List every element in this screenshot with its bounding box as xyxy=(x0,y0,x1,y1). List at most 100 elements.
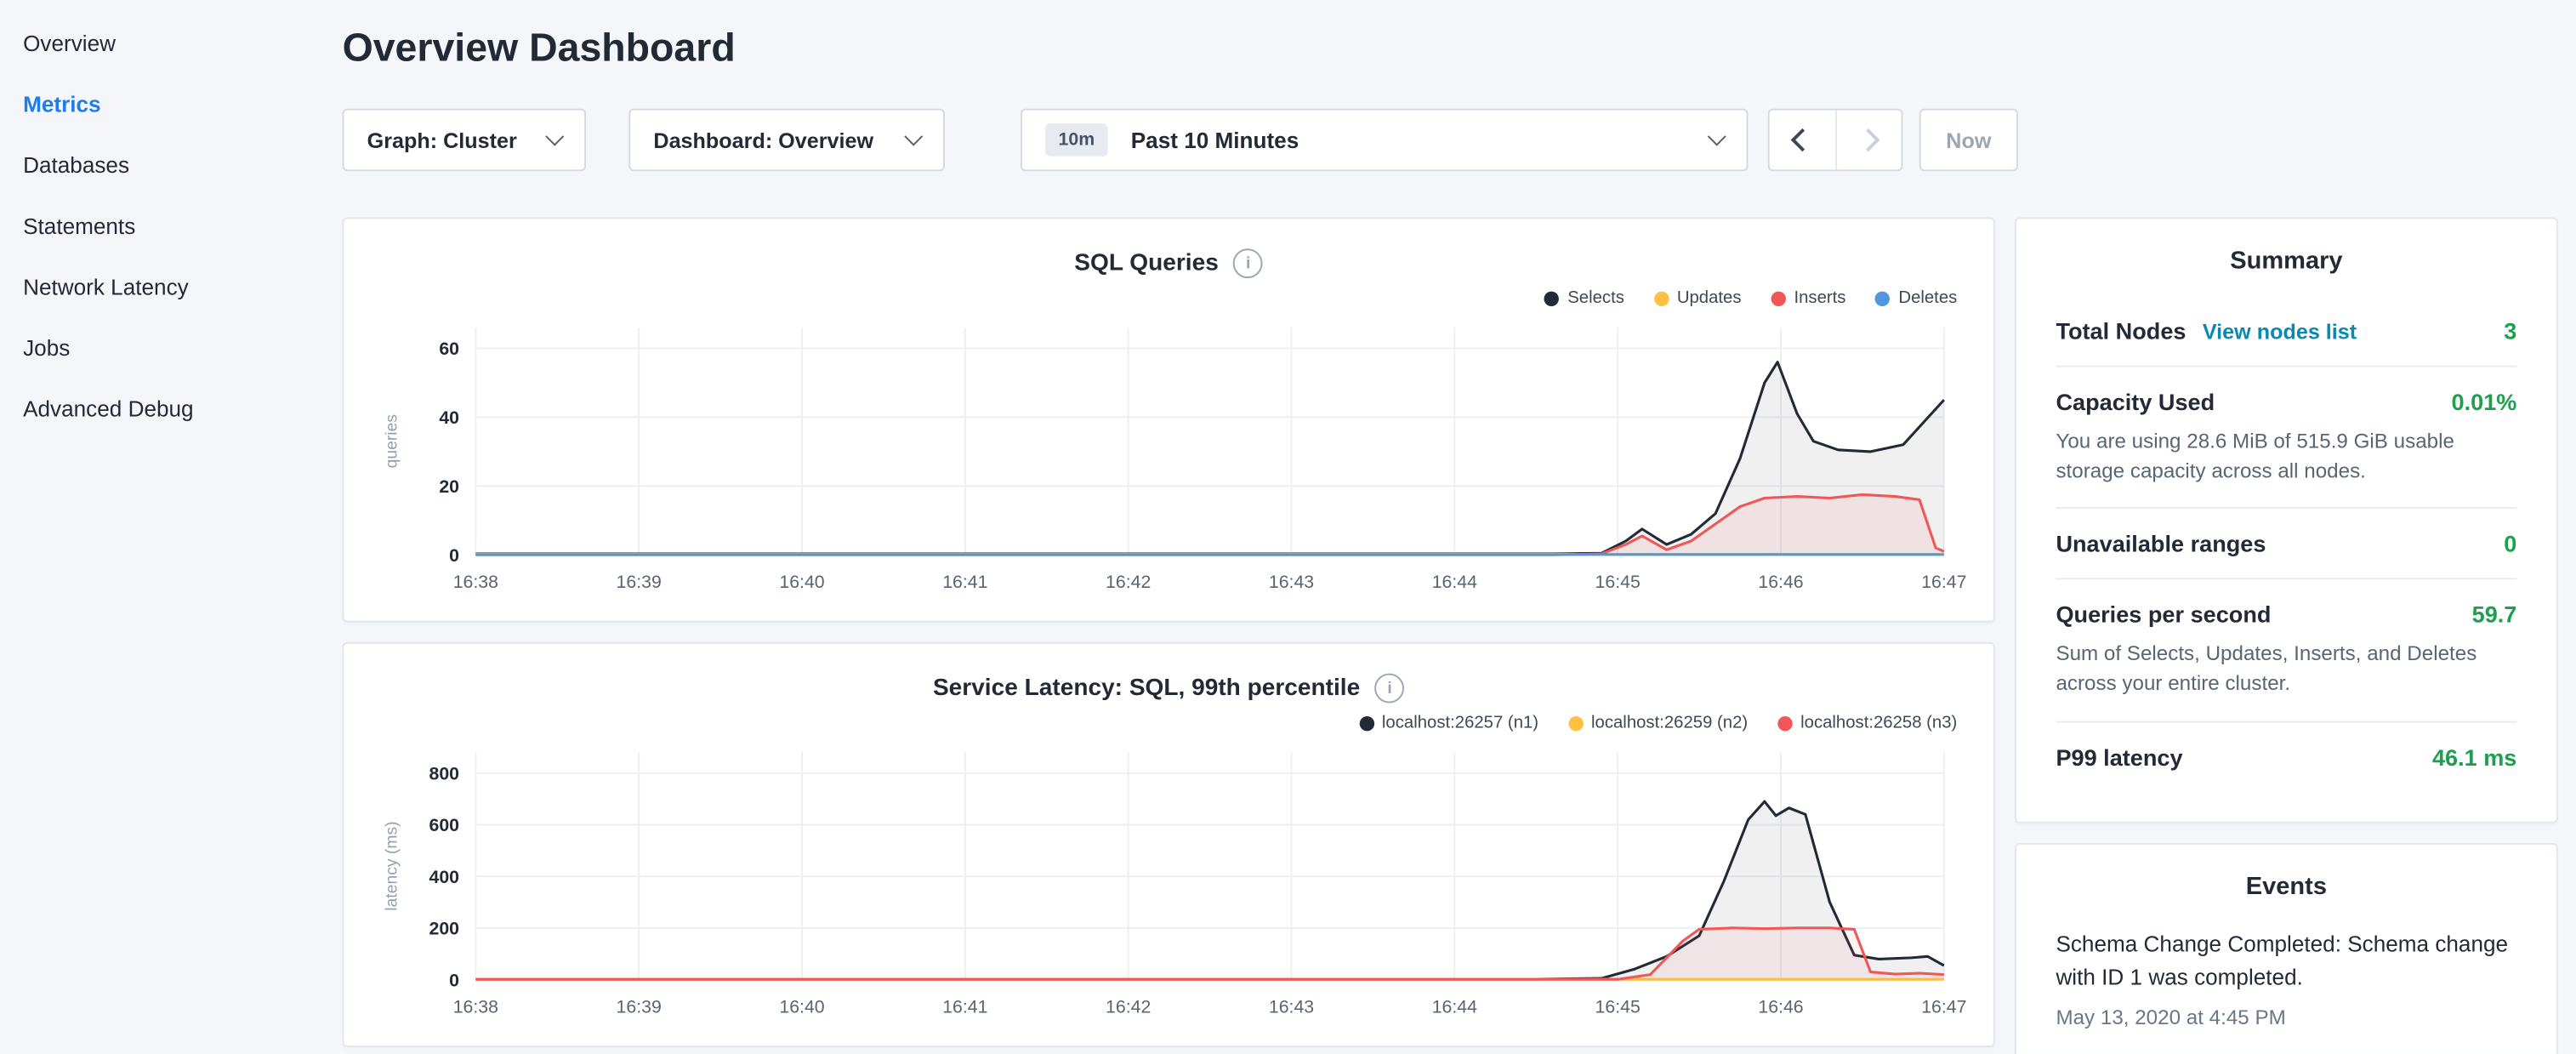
svg-text:16:39: 16:39 xyxy=(617,572,662,592)
legend-item-localhost-26257-n1-[interactable]: localhost:26257 (n1) xyxy=(1359,713,1538,732)
svg-text:16:43: 16:43 xyxy=(1269,996,1314,1017)
dashboard-body: SQL Queries i Selects Updates Inserts Delet… xyxy=(343,217,2576,1053)
sidebar-item-advanced-debug[interactable]: Advanced Debug xyxy=(23,379,319,440)
sidebar: Overview Metrics Databases Statements Ne… xyxy=(0,0,319,1054)
svg-text:16:44: 16:44 xyxy=(1432,572,1477,592)
legend-item-localhost-26259-n2-[interactable]: localhost:26259 (n2) xyxy=(1568,713,1748,732)
legend-item-inserts[interactable]: Inserts xyxy=(1771,288,1845,308)
sidebar-item-jobs[interactable]: Jobs xyxy=(23,318,319,379)
svg-text:16:46: 16:46 xyxy=(1758,572,1803,592)
info-icon[interactable]: i xyxy=(1375,674,1405,704)
summary-row-capacity-used: Capacity Used 0.01% You are using 28.6 M… xyxy=(2056,366,2516,508)
chart-plot: 020040060080016:3816:3916:4016:4116:4216… xyxy=(370,736,1970,1026)
legend-label: Updates xyxy=(1677,288,1742,308)
svg-text:16:47: 16:47 xyxy=(1921,572,1966,592)
time-forward-button[interactable] xyxy=(1834,111,1901,170)
chart-canvas: 020040060080016:3816:3916:4016:4116:4216… xyxy=(370,736,1966,1034)
chart-legend: localhost:26257 (n1) localhost:26259 (n2)… xyxy=(380,709,1957,736)
dashboard-dropdown[interactable]: Dashboard: Overview xyxy=(628,109,945,172)
chevron-down-icon xyxy=(545,128,564,146)
page-title: Overview Dashboard xyxy=(343,26,2576,72)
summary-label: Capacity Used xyxy=(2056,389,2215,415)
chart-title: Service Latency: SQL, 99th percentile xyxy=(933,675,1360,702)
svg-text:queries: queries xyxy=(382,414,401,468)
right-column: Summary Total Nodes View nodes list 3 Ca… xyxy=(2015,217,2558,1053)
summary-label: P99 latency xyxy=(2056,743,2182,770)
summary-value: 3 xyxy=(2504,318,2516,345)
svg-text:16:38: 16:38 xyxy=(453,572,498,592)
time-window-badge: 10m xyxy=(1045,123,1108,157)
legend-label: Deletes xyxy=(1898,288,1957,308)
controls-bar: Graph: Cluster Dashboard: Overview 10m P… xyxy=(343,109,2576,172)
svg-text:16:40: 16:40 xyxy=(779,996,824,1017)
sidebar-item-overview[interactable]: Overview xyxy=(23,13,319,74)
svg-text:200: 200 xyxy=(429,919,459,939)
legend-label: Inserts xyxy=(1794,288,1845,308)
sidebar-item-metrics[interactable]: Metrics xyxy=(23,74,319,135)
chart-canvas: 020406016:3816:3916:4016:4116:4216:4316:… xyxy=(370,311,1966,609)
info-icon[interactable]: i xyxy=(1233,248,1263,278)
svg-text:16:45: 16:45 xyxy=(1595,996,1641,1017)
svg-text:16:39: 16:39 xyxy=(617,996,662,1017)
events-panel: Events Schema Change Completed: Schema c… xyxy=(2015,842,2558,1054)
summary-row-total-nodes: Total Nodes View nodes list 3 xyxy=(2056,296,2516,365)
summary-value: 59.7 xyxy=(2472,601,2517,628)
time-window-dropdown[interactable]: 10m Past 10 Minutes xyxy=(1021,109,1748,172)
svg-text:0: 0 xyxy=(449,545,459,566)
svg-text:16:45: 16:45 xyxy=(1595,572,1641,592)
graph-dropdown-label: Graph: Cluster xyxy=(367,128,517,152)
svg-text:latency (ms): latency (ms) xyxy=(382,821,401,910)
chevron-right-icon xyxy=(1857,128,1880,151)
time-arrows-group xyxy=(1768,109,1903,172)
svg-text:16:42: 16:42 xyxy=(1106,572,1151,592)
legend-item-localhost-26258-n3-[interactable]: localhost:26258 (n3) xyxy=(1777,713,1957,732)
svg-text:16:38: 16:38 xyxy=(453,996,498,1017)
summary-subtext: You are using 28.6 MiB of 515.9 GiB usab… xyxy=(2056,426,2516,486)
time-back-button[interactable] xyxy=(1770,111,1834,170)
svg-text:600: 600 xyxy=(429,815,459,835)
legend-label: localhost:26259 (n2) xyxy=(1591,713,1748,732)
events-title: Events xyxy=(2056,844,2516,921)
sidebar-item-statements[interactable]: Statements xyxy=(23,196,319,257)
charts-column: SQL Queries i Selects Updates Inserts Delet… xyxy=(343,217,1995,1053)
legend-dot-icon xyxy=(1777,715,1792,730)
legend-dot-icon xyxy=(1875,291,1890,305)
legend-dot-icon xyxy=(1654,291,1669,305)
chart-title-row: Service Latency: SQL, 99th percentile i xyxy=(370,674,1966,704)
sql-queries-chart-card: SQL Queries i Selects Updates Inserts Delet… xyxy=(343,217,1995,622)
chevron-left-icon xyxy=(1790,128,1813,151)
event-text: Schema Change Completed: Schema change w… xyxy=(2056,928,2516,994)
view-nodes-list-link[interactable]: View nodes list xyxy=(2203,319,2357,344)
svg-text:16:47: 16:47 xyxy=(1921,996,1966,1017)
svg-text:20: 20 xyxy=(439,476,459,497)
chart-legend: Selects Updates Inserts Deletes xyxy=(380,285,1957,311)
svg-text:16:41: 16:41 xyxy=(942,572,987,592)
graph-dropdown[interactable]: Graph: Cluster xyxy=(343,109,586,172)
legend-item-selects[interactable]: Selects xyxy=(1544,288,1624,308)
sidebar-item-databases[interactable]: Databases xyxy=(23,135,319,197)
time-window-label: Past 10 Minutes xyxy=(1131,128,1299,152)
sidebar-item-network-latency[interactable]: Network Latency xyxy=(23,257,319,318)
chart-title: SQL Queries xyxy=(1074,250,1219,276)
svg-text:400: 400 xyxy=(429,867,459,887)
app-viewport: Overview Metrics Databases Statements Ne… xyxy=(0,0,2576,1054)
legend-item-updates[interactable]: Updates xyxy=(1654,288,1742,308)
service-latency-chart-card: Service Latency: SQL, 99th percentile i … xyxy=(343,642,1995,1047)
summary-value: 0.01% xyxy=(2452,389,2517,415)
legend-label: localhost:26257 (n1) xyxy=(1382,713,1538,732)
event-item[interactable]: Schema Change Completed: Schema change w… xyxy=(2056,928,2516,1029)
summary-value: 46.1 ms xyxy=(2432,743,2516,770)
now-button[interactable]: Now xyxy=(1919,109,2018,172)
chevron-down-icon xyxy=(904,128,923,146)
svg-text:16:42: 16:42 xyxy=(1106,996,1151,1017)
svg-text:16:41: 16:41 xyxy=(942,996,987,1017)
svg-text:800: 800 xyxy=(429,764,459,784)
legend-item-deletes[interactable]: Deletes xyxy=(1875,288,1957,308)
legend-label: Selects xyxy=(1567,288,1624,308)
legend-dot-icon xyxy=(1771,291,1785,305)
event-timestamp: May 13, 2020 at 4:45 PM xyxy=(2056,1006,2516,1029)
legend-dot-icon xyxy=(1568,715,1583,730)
summary-panel: Summary Total Nodes View nodes list 3 Ca… xyxy=(2015,217,2558,822)
summary-subtext: Sum of Selects, Updates, Inserts, and De… xyxy=(2056,639,2516,698)
dashboard-dropdown-label: Dashboard: Overview xyxy=(653,128,873,152)
